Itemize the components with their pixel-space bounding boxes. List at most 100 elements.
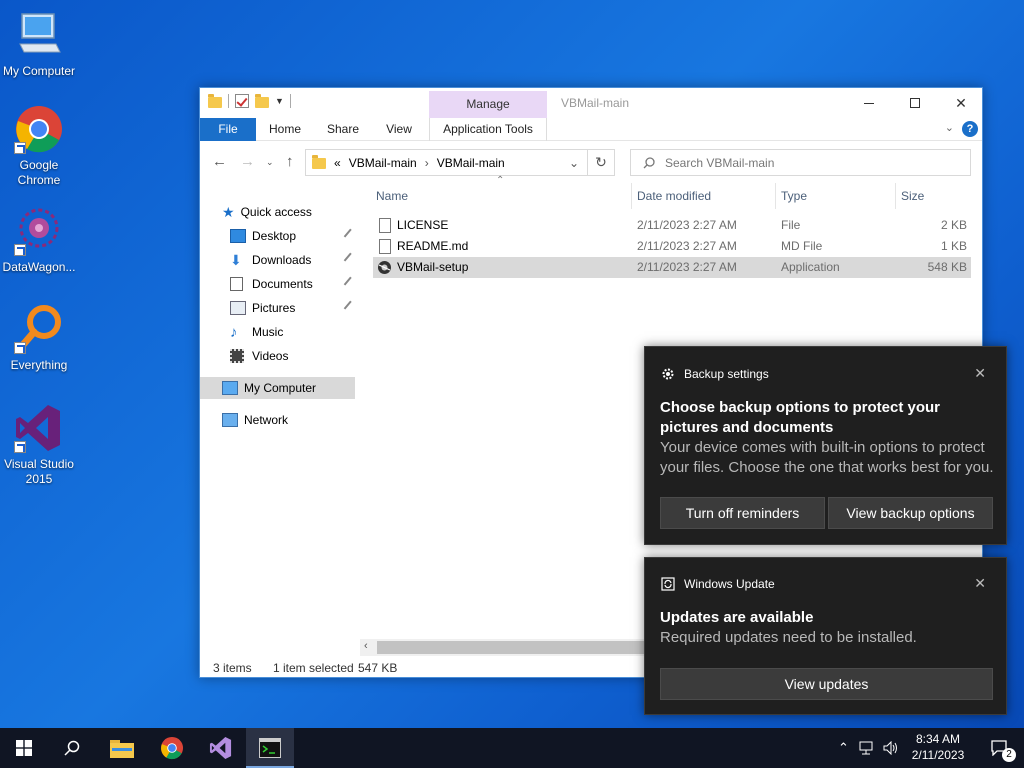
taskbar-terminal[interactable]	[246, 728, 294, 768]
properties-icon[interactable]	[235, 94, 249, 108]
file-icon	[379, 239, 391, 254]
taskbar-chrome[interactable]	[148, 728, 196, 768]
desktop-icon-datawagon[interactable]: DataWagon...	[2, 206, 76, 275]
title-bar[interactable]: ▼ Manage VBMail-main ✕	[200, 88, 982, 118]
turn-off-reminders-button[interactable]: Turn off reminders	[660, 497, 825, 529]
column-header-size[interactable]: Size	[901, 183, 924, 209]
close-button[interactable]: ✕	[938, 88, 984, 118]
notification-count-badge: 2	[1002, 748, 1016, 762]
maximize-button[interactable]	[892, 88, 938, 118]
clock-time: 8:34 AM	[915, 732, 961, 746]
file-name: VBMail-setup	[397, 260, 469, 274]
address-row: ← → ⌄ ↑ « VBMail-main › VBMail-main ⌄ ↻ …	[200, 141, 982, 183]
close-icon[interactable]: ✕	[974, 365, 986, 382]
nav-item-label: Videos	[252, 349, 289, 363]
nav-item-label: Desktop	[252, 229, 297, 243]
search-input[interactable]: Search VBMail-main	[630, 149, 971, 176]
nav-item-my-computer[interactable]: My Computer	[200, 377, 355, 399]
pictures-icon	[230, 301, 246, 315]
column-header-date-modified[interactable]: Date modified	[637, 183, 711, 209]
chrome-icon	[160, 736, 184, 760]
file-date: 2/11/2023 2:27 AM	[637, 218, 737, 232]
taskbar-visual-studio[interactable]	[197, 728, 245, 768]
expand-ribbon-icon[interactable]: ⌄	[945, 121, 954, 134]
folder-icon[interactable]	[208, 93, 222, 108]
chrome-icon	[14, 104, 64, 154]
close-icon[interactable]: ✕	[974, 575, 986, 592]
file-row-readme[interactable]: README.md 2/11/2023 2:27 AM MD File 1 KB	[373, 236, 971, 257]
breadcrumb-overflow[interactable]: «	[334, 156, 341, 170]
help-icon[interactable]: ?	[962, 121, 978, 137]
nav-item-downloads[interactable]: ⬇ Downloads	[230, 249, 380, 271]
search-placeholder: Search VBMail-main	[665, 155, 775, 170]
file-size: 1 KB	[940, 239, 967, 253]
breadcrumb-item[interactable]: VBMail-main	[437, 156, 505, 170]
scroll-left-icon[interactable]: ‹	[364, 640, 368, 652]
file-size: 2 KB	[940, 218, 967, 232]
tab-view[interactable]: View	[378, 118, 420, 141]
tab-file[interactable]: File	[200, 118, 256, 141]
taskbar-file-explorer[interactable]	[98, 728, 146, 768]
nav-item-pictures[interactable]: Pictures	[230, 297, 380, 319]
new-folder-icon[interactable]	[255, 93, 269, 108]
address-dropdown-icon[interactable]: ⌄	[569, 156, 579, 170]
pin-icon	[343, 300, 357, 314]
nav-item-desktop[interactable]: Desktop	[230, 225, 380, 247]
nav-item-label: Pictures	[252, 301, 296, 315]
search-icon	[643, 156, 655, 168]
volume-icon[interactable]	[883, 741, 899, 755]
start-button[interactable]	[0, 728, 48, 768]
nav-item-music[interactable]: ♪ Music	[230, 321, 283, 343]
back-arrow-icon[interactable]: ←	[212, 153, 227, 170]
status-item-count: 3 items	[213, 661, 252, 675]
recent-locations-icon[interactable]: ⌄	[266, 157, 274, 168]
file-name: LICENSE	[397, 218, 449, 232]
nav-item-label: Downloads	[252, 253, 312, 267]
network-status-icon[interactable]	[859, 741, 875, 755]
show-hidden-icons-chevron-icon[interactable]: ⌃	[838, 740, 849, 756]
view-updates-button[interactable]: View updates	[660, 668, 993, 700]
videos-icon	[230, 349, 244, 363]
notification-windows-update[interactable]: Windows Update ✕ Updates are available R…	[644, 557, 1007, 715]
address-bar[interactable]: « VBMail-main › VBMail-main ⌄	[305, 149, 588, 176]
file-type: MD File	[781, 239, 823, 253]
file-row-vbmail-setup[interactable]: VBMail-setup 2/11/2023 2:27 AM Applicati…	[373, 257, 971, 278]
breadcrumb-item[interactable]: VBMail-main	[349, 156, 417, 170]
tab-manage[interactable]: Manage	[429, 91, 547, 118]
desktop-icon-my-computer[interactable]: My Computer	[2, 10, 76, 79]
notification-backup-settings[interactable]: Backup settings ✕ Choose backup options …	[644, 346, 1007, 545]
system-tray: ⌃	[838, 728, 899, 768]
taskbar: ⌃ 8:34 AM 2/11/2023 2	[0, 728, 1024, 768]
view-backup-options-button[interactable]: View backup options	[828, 497, 993, 529]
notification-app-name: Windows Update	[684, 577, 775, 591]
taskbar-clock[interactable]: 8:34 AM 2/11/2023	[900, 731, 976, 763]
column-header-name[interactable]: Name	[376, 183, 408, 209]
desktop-icon-label: My Computer	[2, 64, 76, 78]
desktop-icon-google-chrome[interactable]: Google Chrome	[2, 104, 76, 188]
file-type: Application	[781, 260, 840, 274]
gear-icon	[662, 368, 674, 380]
refresh-button[interactable]: ↻	[588, 149, 615, 176]
forward-arrow-icon[interactable]: →	[240, 153, 255, 170]
nav-item-network[interactable]: Network	[222, 409, 288, 431]
file-row-license[interactable]: LICENSE 2/11/2023 2:27 AM File 2 KB	[373, 215, 971, 236]
desktop-icon-visual-studio[interactable]: Visual Studio 2015	[2, 403, 76, 487]
tab-share[interactable]: Share	[320, 118, 366, 141]
notification-app-name: Backup settings	[684, 367, 769, 381]
tab-application-tools[interactable]: Application Tools	[429, 118, 547, 141]
minimize-button[interactable]	[846, 88, 892, 118]
nav-item-quick-access[interactable]: ★ Quick access	[222, 201, 312, 223]
column-header-type[interactable]: Type	[781, 183, 807, 209]
nav-item-documents[interactable]: Documents	[230, 273, 380, 295]
desktop-icon-everything[interactable]: Everything	[2, 304, 76, 373]
up-arrow-icon[interactable]: ↑	[286, 153, 294, 170]
search-button[interactable]	[48, 728, 96, 768]
tab-home[interactable]: Home	[262, 118, 308, 141]
everything-search-icon	[14, 304, 64, 354]
network-icon	[222, 413, 238, 427]
action-center-button[interactable]: 2	[976, 728, 1024, 768]
nav-item-videos[interactable]: Videos	[230, 345, 288, 367]
customize-toolbar-icon[interactable]: ▼	[275, 96, 284, 106]
nav-item-label: Network	[244, 413, 289, 427]
file-size: 548 KB	[927, 260, 967, 274]
